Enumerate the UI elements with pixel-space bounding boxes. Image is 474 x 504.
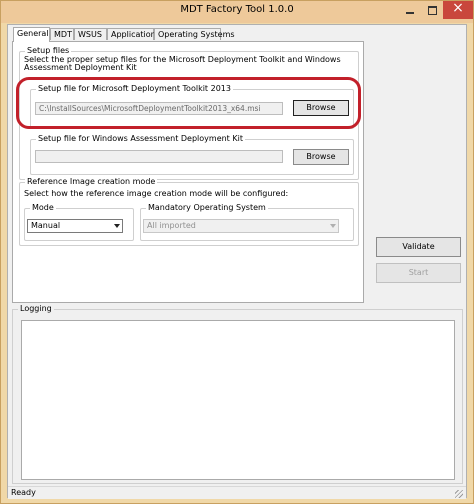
status-text: Ready [11, 488, 36, 497]
mode-selected-value: Manual [31, 221, 61, 230]
validate-button[interactable]: Validate [376, 237, 461, 257]
tab-operating-systems[interactable]: Operating Systems [154, 28, 235, 40]
mode-title: Mode [30, 203, 56, 213]
mandatory-os-dropdown[interactable]: All imported [143, 219, 339, 233]
status-bar: Ready [8, 486, 466, 499]
adk-setup-title: Setup file for Windows Assessment Deploy… [36, 134, 245, 144]
adk-setup-path-field[interactable] [35, 150, 283, 163]
chevron-down-icon [114, 224, 120, 228]
creation-mode-title: Reference Image creation mode [25, 177, 158, 187]
close-button[interactable] [443, 0, 473, 19]
creation-mode-description: Select how the reference image creation … [24, 189, 289, 198]
resize-grip-icon[interactable] [455, 490, 463, 498]
minimize-button[interactable] [399, 1, 421, 19]
tab-wsus[interactable]: WSUS [74, 28, 107, 40]
mode-dropdown[interactable]: Manual [27, 219, 123, 233]
adk-setup-group: Setup file for Windows Assessment Deploy… [30, 134, 354, 175]
logging-textarea[interactable] [21, 320, 455, 480]
maximize-button[interactable] [421, 1, 443, 19]
title-bar[interactable]: MDT Factory Tool 1.0.0 [1, 0, 473, 23]
logging-group: Logging [12, 304, 463, 484]
tab-applications[interactable]: Applications [107, 28, 160, 40]
logging-title: Logging [18, 304, 54, 314]
app-window: MDT Factory Tool 1.0.0 General MDT WSUS … [0, 0, 474, 504]
highlight-annotation [16, 77, 361, 129]
mode-group: Mode Manual [24, 203, 134, 241]
mandatory-os-group: Mandatory Operating System All imported [140, 203, 354, 241]
mandatory-os-title: Mandatory Operating System [146, 203, 268, 213]
tab-general[interactable]: General [13, 27, 50, 42]
chevron-down-icon [330, 224, 336, 228]
start-button[interactable]: Start [376, 263, 461, 283]
creation-mode-group: Reference Image creation mode Select how… [19, 177, 359, 246]
mandatory-os-selected-value: All imported [147, 221, 196, 230]
setup-files-description-cont: Assessment Deployment Kit [24, 63, 137, 72]
tab-mdt[interactable]: MDT [50, 28, 74, 40]
adk-browse-button[interactable]: Browse [293, 149, 349, 165]
